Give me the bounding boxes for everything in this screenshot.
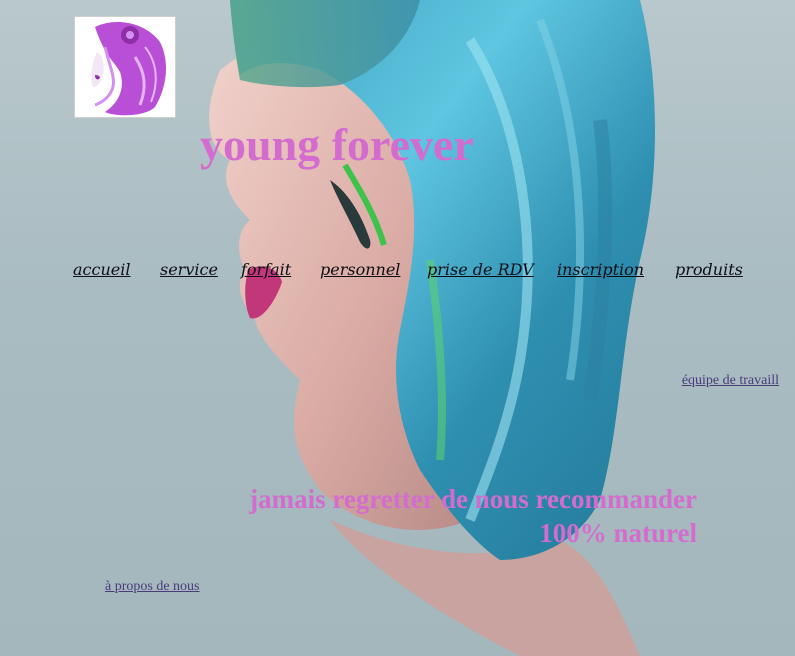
nav-link-inscription[interactable]: inscription bbox=[557, 260, 644, 279]
main-nav: accueil service forfait personnel prise … bbox=[0, 260, 795, 284]
woman-profile-logo-icon bbox=[91, 22, 167, 116]
tagline-line-2: 100% naturel bbox=[539, 518, 697, 548]
nav-link-produits[interactable]: produits bbox=[675, 260, 743, 279]
tagline-line-1: jamais regretter de nous recommander bbox=[249, 484, 697, 514]
team-link[interactable]: équipe de travaill bbox=[682, 373, 779, 389]
nav-link-accueil[interactable]: accueil bbox=[73, 260, 130, 279]
nav-link-personnel[interactable]: personnel bbox=[320, 260, 400, 279]
nav-link-prise-de-rdv[interactable]: prise de RDV bbox=[427, 260, 534, 279]
about-link[interactable]: à propos de nous bbox=[105, 579, 200, 595]
nav-link-forfait[interactable]: forfait bbox=[241, 260, 291, 279]
nav-link-service[interactable]: service bbox=[160, 260, 218, 279]
site-logo[interactable] bbox=[74, 16, 176, 118]
site-title: young forever bbox=[200, 119, 474, 170]
tagline: jamais regretter de nous recommander 100… bbox=[249, 482, 697, 550]
